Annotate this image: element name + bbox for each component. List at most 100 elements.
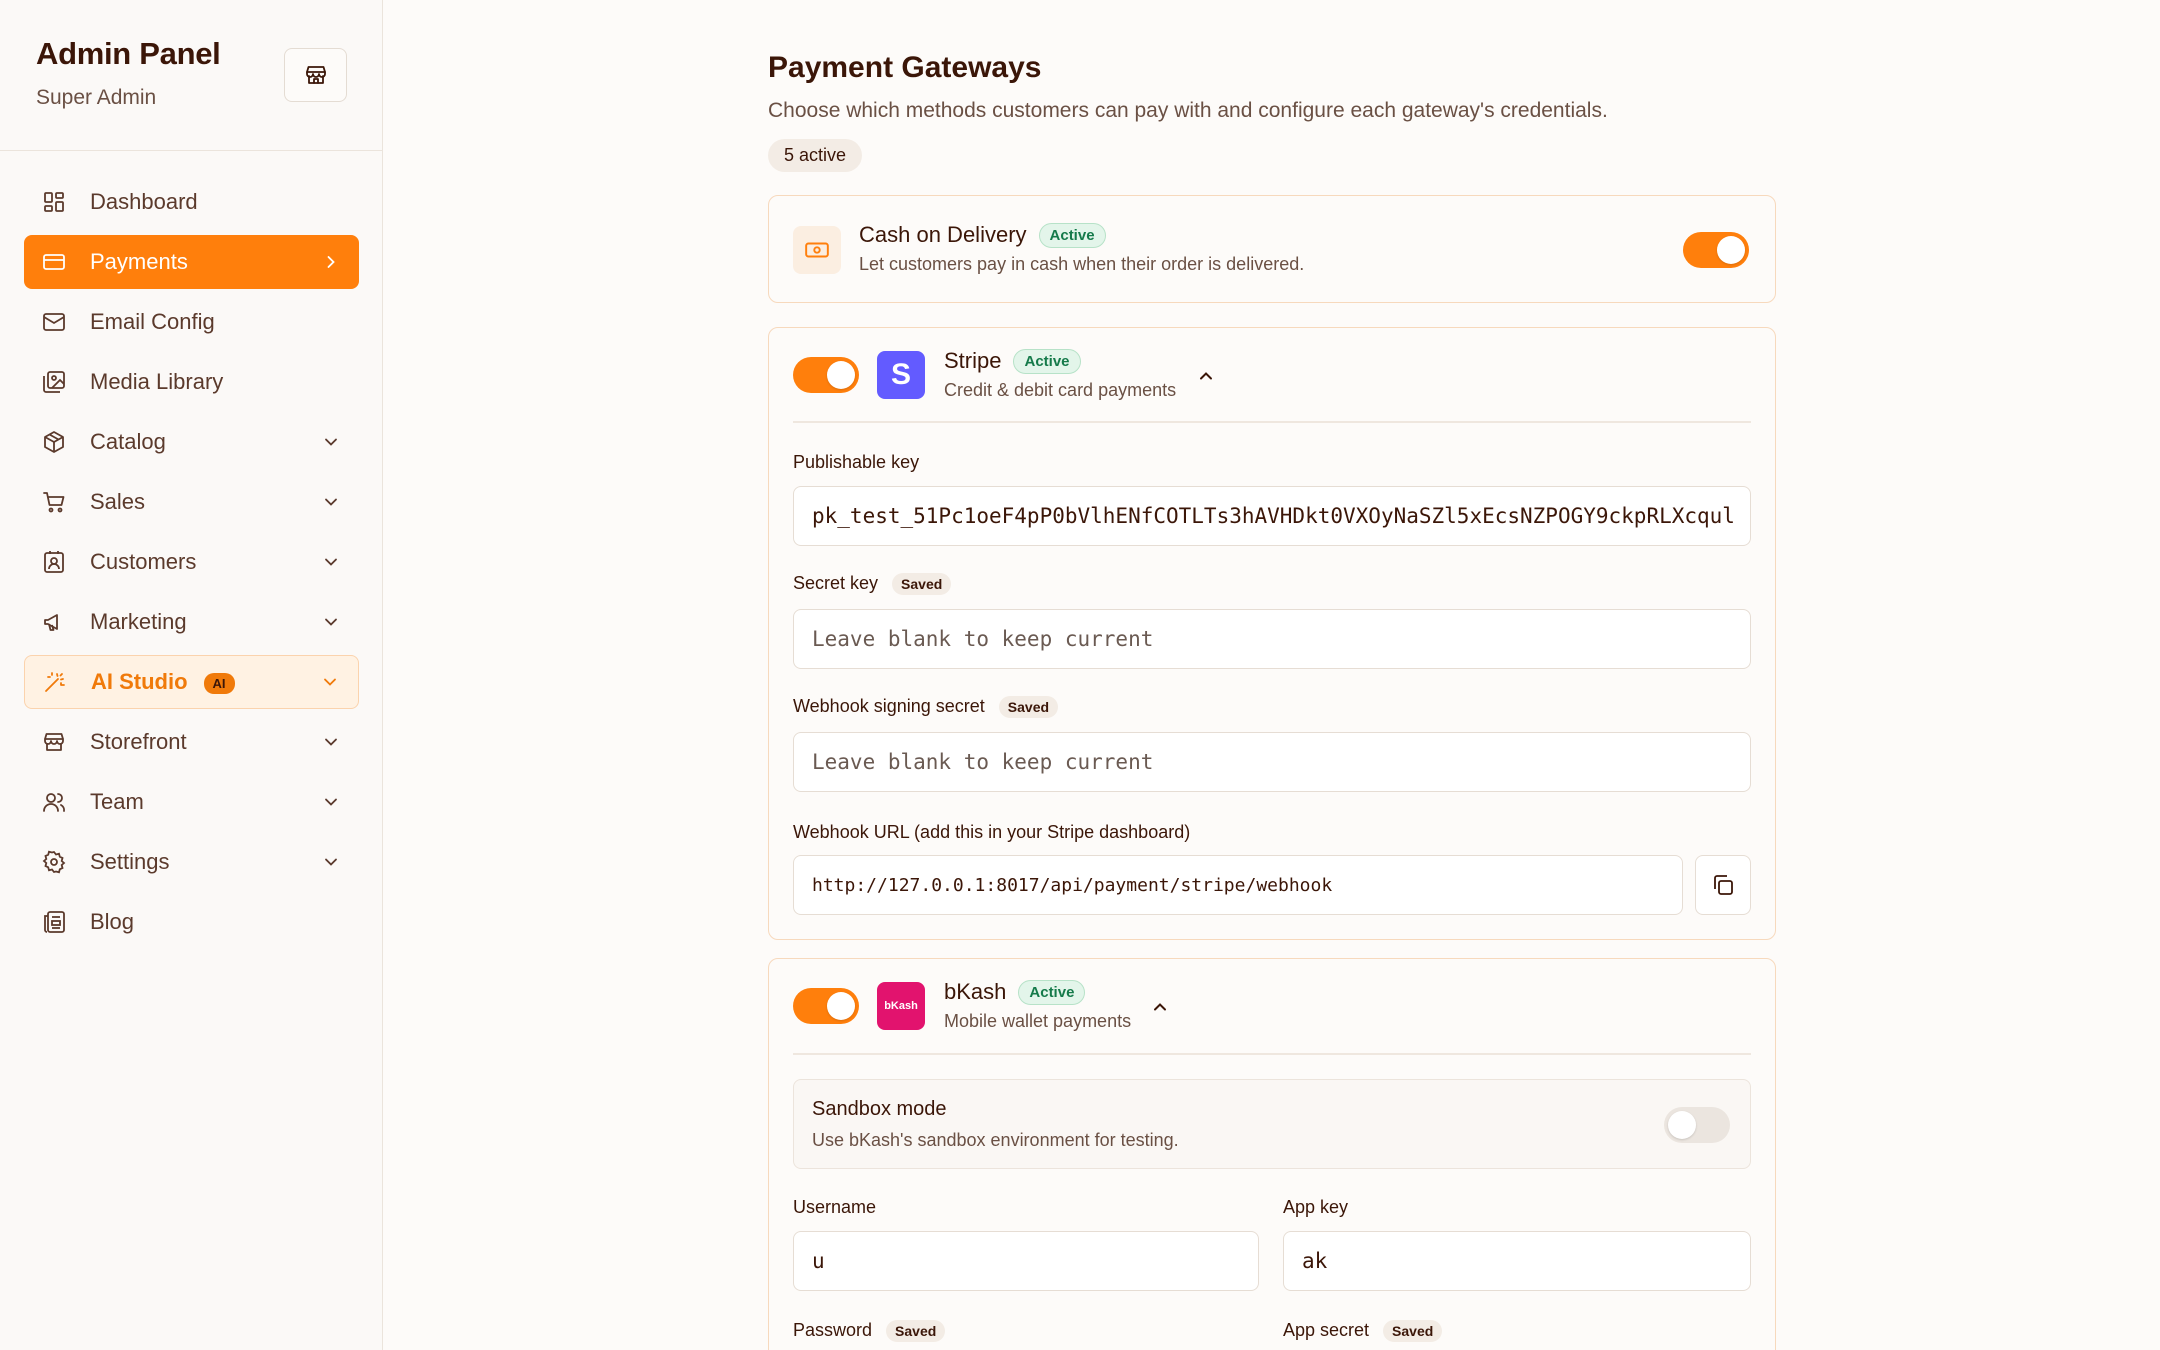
sidebar-item-sales[interactable]: Sales: [24, 475, 359, 529]
status-badge: Active: [1038, 222, 1106, 248]
user-role: Super Admin: [36, 86, 157, 109]
contact-icon: [42, 550, 66, 574]
sidebar-header: Admin Panel Super Admin: [0, 0, 382, 151]
status-badge: Active: [1013, 348, 1081, 374]
sidebar-item-dashboard[interactable]: Dashboard: [24, 175, 359, 229]
cod-enable-toggle[interactable]: [1683, 232, 1749, 268]
collapse-chevron-up-icon[interactable]: [1196, 366, 1216, 386]
gateway-description: Let customers pay in cash when their ord…: [859, 254, 1305, 274]
sidebar-item-payments[interactable]: Payments: [24, 235, 359, 289]
webhook-secret-label: Webhook signing secret Saved: [793, 696, 1059, 719]
page-description: Choose which methods customers can pay w…: [768, 99, 1608, 122]
sidebar-item-marketing[interactable]: Marketing: [24, 595, 359, 649]
webhook-url-label: Webhook URL (add this in your Stripe das…: [793, 822, 1191, 842]
password-label: Password Saved: [793, 1320, 946, 1343]
chevron-down-icon: [320, 672, 340, 692]
stripe-info: Stripe Active Credit & debit card payment…: [944, 348, 1176, 401]
sidebar-item-customers[interactable]: Customers: [24, 535, 359, 589]
chevron-right-icon: [321, 252, 341, 272]
mail-icon: [42, 310, 66, 334]
chevron-down-icon: [321, 792, 341, 812]
sidebar-item-media-library[interactable]: Media Library: [24, 355, 359, 409]
publishable-key-input[interactable]: pk_test_51Pc1oeF4pP0bVlhENfCOTLTs3hAVHDk…: [793, 486, 1751, 546]
chevron-down-icon: [321, 552, 341, 572]
sidebar-item-ai-studio[interactable]: AI Studio AI: [24, 655, 359, 709]
chevron-down-icon: [321, 432, 341, 452]
sidebar-item-email-config[interactable]: Email Config: [24, 295, 359, 349]
sidebar-item-storefront[interactable]: Storefront: [24, 715, 359, 769]
sidebar-item-label: AI Studio: [91, 669, 188, 694]
bkash-enable-toggle[interactable]: [793, 988, 859, 1024]
sidebar-item-label: Settings: [90, 849, 170, 874]
username-label: Username: [793, 1197, 877, 1217]
bkash-logo: bKash: [877, 982, 925, 1030]
sidebar-item-settings[interactable]: Settings: [24, 835, 359, 889]
sidebar-item-team[interactable]: Team: [24, 775, 359, 829]
sidebar-nav: Dashboard Payments Email Config Media Li…: [24, 175, 359, 955]
webhook-url-field[interactable]: http://127.0.0.1:8017/api/payment/stripe…: [793, 855, 1683, 915]
gateway-name: Cash on Delivery: [859, 222, 1027, 247]
magic-wand-icon: [43, 670, 67, 694]
copy-webhook-url-button[interactable]: [1695, 855, 1751, 915]
chevron-down-icon: [321, 732, 341, 752]
sandbox-mode-panel: Sandbox mode Use bKash's sandbox environ…: [793, 1079, 1751, 1169]
chevron-down-icon: [321, 492, 341, 512]
saved-badge: Saved: [1383, 1320, 1443, 1343]
store-icon: [42, 730, 66, 754]
cod-info: Cash on Delivery Active Let customers pay…: [859, 222, 1304, 275]
sidebar-item-label-wrap: AI Studio AI: [91, 669, 320, 695]
chevron-down-icon: [321, 612, 341, 632]
sidebar-item-catalog[interactable]: Catalog: [24, 415, 359, 469]
field-label-text: Secret key: [793, 573, 879, 593]
image-icon: [42, 370, 66, 394]
divider: [793, 1053, 1751, 1055]
sidebar: Admin Panel Super Admin Dashboard Paymen…: [0, 0, 383, 1350]
dashboard-icon: [42, 190, 66, 214]
gateway-name: Stripe: [944, 348, 1002, 373]
active-count-badge: 5 active: [768, 139, 863, 172]
username-input[interactable]: u: [793, 1231, 1259, 1291]
sandbox-mode-toggle[interactable]: [1664, 1107, 1730, 1143]
field-label-text: Password: [793, 1320, 873, 1340]
gateway-description: Credit & debit card payments: [944, 380, 1177, 400]
store-icon: [305, 66, 326, 84]
sandbox-description: Use bKash's sandbox environment for test…: [812, 1130, 1179, 1150]
saved-badge: Saved: [998, 696, 1059, 719]
field-label-text: Webhook signing secret: [793, 696, 985, 716]
sidebar-item-label: Email Config: [90, 309, 215, 334]
sidebar-item-blog[interactable]: Blog: [24, 895, 359, 949]
sidebar-item-label: Catalog: [90, 429, 166, 454]
view-store-button[interactable]: [284, 48, 347, 102]
divider: [793, 421, 1751, 423]
saved-badge: Saved: [892, 573, 952, 596]
saved-badge: Saved: [886, 1320, 946, 1343]
secret-key-input[interactable]: Leave blank to keep current: [793, 609, 1751, 669]
box-icon: [42, 430, 66, 454]
webhook-secret-input[interactable]: Leave blank to keep current: [793, 732, 1751, 792]
sidebar-item-label: Marketing: [90, 609, 187, 634]
collapse-chevron-up-icon[interactable]: [1150, 997, 1170, 1017]
secret-key-label: Secret key Saved: [793, 573, 952, 596]
sidebar-item-label: Dashboard: [90, 189, 198, 214]
app-key-input[interactable]: ak: [1283, 1231, 1751, 1291]
app-secret-label: App secret Saved: [1283, 1320, 1443, 1343]
cart-icon: [42, 490, 66, 514]
sidebar-item-label: Customers: [90, 549, 197, 574]
stripe-enable-toggle[interactable]: [793, 357, 859, 393]
bkash-card: bKash bKash Active Mobile wallet payments…: [768, 958, 1776, 1350]
sidebar-item-label: Media Library: [90, 369, 224, 394]
credit-card-icon: [42, 250, 66, 274]
stripe-card: S Stripe Active Credit & debit card payme…: [768, 327, 1776, 940]
page-title: Payment Gateways: [768, 51, 1042, 84]
users-icon: [42, 790, 66, 814]
cod-card: Cash on Delivery Active Let customers pay…: [768, 195, 1776, 303]
gateway-name: bKash: [944, 979, 1007, 1004]
megaphone-icon: [42, 610, 66, 634]
sidebar-item-label: Blog: [90, 909, 135, 934]
publishable-key-label: Publishable key: [793, 452, 920, 472]
sidebar-item-label: Team: [90, 789, 144, 814]
sidebar-item-label: Sales: [90, 489, 146, 514]
newspaper-icon: [42, 910, 66, 934]
field-label-text: App secret: [1283, 1320, 1370, 1340]
app-key-label: App key: [1283, 1197, 1349, 1217]
